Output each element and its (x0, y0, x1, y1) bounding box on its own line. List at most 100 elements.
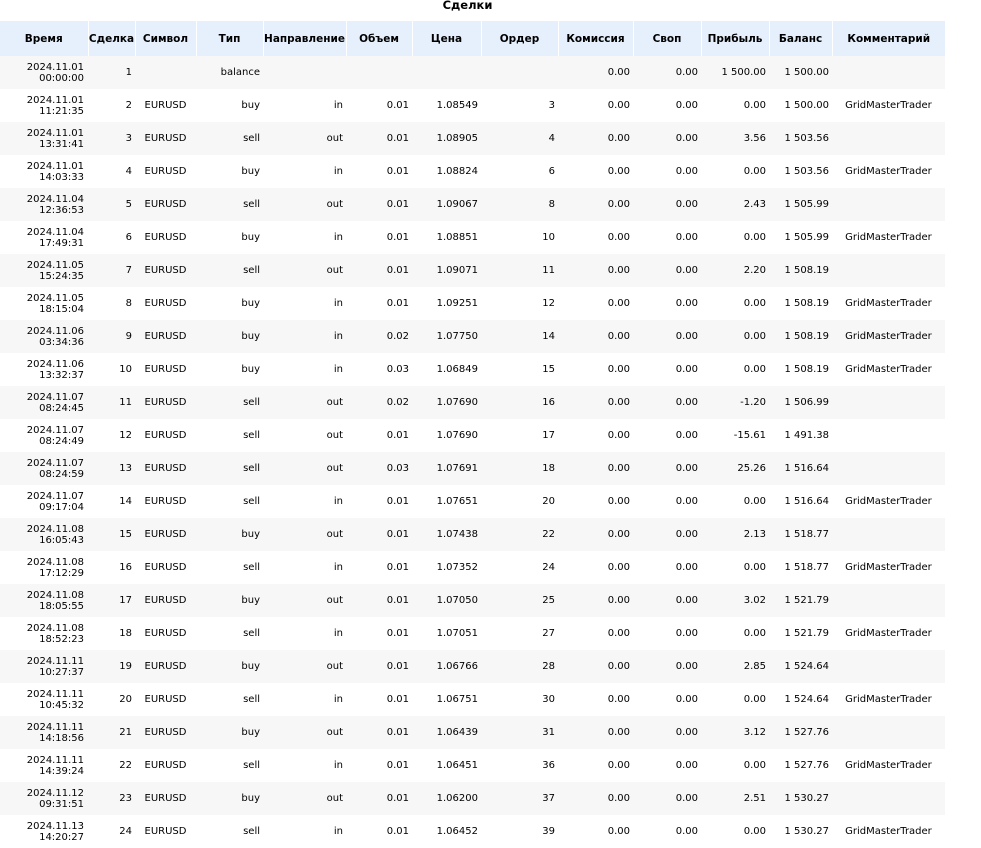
cell-commission: 0.00 (558, 221, 633, 254)
cell-time: 2024.11.01 11:21:35 (0, 89, 88, 122)
cell-swap: 0.00 (633, 188, 701, 221)
table-row[interactable]: 2024.11.06 03:34:36 9 EURUSD buy in 0.02 1.0775… (0, 320, 945, 353)
cell-price: 1.07750 (412, 320, 481, 353)
cell-order: 24 (481, 551, 558, 584)
cell-commission: 0.00 (558, 452, 633, 485)
cell-comment (832, 782, 945, 815)
cell-type: sell (196, 749, 263, 782)
cell-volume: 0.01 (346, 683, 412, 716)
cell-direction: out (263, 254, 346, 287)
cell-time-text: 17:12:29 (39, 567, 84, 579)
table-row[interactable]: 2024.11.11 10:45:32 20 EURUSD sell in 0.01 1.06… (0, 683, 945, 716)
column-header-commission[interactable]: Комиссия (558, 21, 634, 56)
cell-price: 1.07690 (412, 386, 481, 419)
table-row[interactable]: 2024.11.07 08:24:49 12 EURUSD sell out 0.01 1.0… (0, 419, 945, 452)
cell-time: 2024.11.06 13:32:37 (0, 353, 88, 386)
table-row[interactable]: 2024.11.08 17:12:29 16 EURUSD sell in 0.01 1.07… (0, 551, 945, 584)
table-row[interactable]: 2024.11.12 09:31:51 23 EURUSD buy out 0.01 1.06… (0, 782, 945, 815)
cell-swap: 0.00 (633, 386, 701, 419)
cell-deal: 9 (88, 320, 135, 353)
table-row[interactable]: 2024.11.07 08:24:45 11 EURUSD sell out 0.02 1.0… (0, 386, 945, 419)
cell-time: 2024.11.07 08:24:59 (0, 452, 88, 485)
table-row[interactable]: 2024.11.13 14:20:27 24 EURUSD sell in 0.01 1.06… (0, 815, 945, 848)
cell-commission: 0.00 (558, 320, 633, 353)
cell-direction: in (263, 287, 346, 320)
cell-commission: 0.00 (558, 782, 633, 815)
cell-date-text: 2024.11.06 (26, 325, 84, 337)
column-header-balance[interactable]: Баланс (769, 21, 833, 56)
cell-symbol: EURUSD (135, 749, 196, 782)
table-row[interactable]: 2024.11.01 00:00:00 1 balance 0.00 0.00 1 500.… (0, 56, 945, 89)
cell-balance: 1 508.19 (769, 353, 832, 386)
cell-type: buy (196, 221, 263, 254)
table-row[interactable]: 2024.11.11 14:39:24 22 EURUSD sell in 0.01 1.06… (0, 749, 945, 782)
cell-time-text: 10:45:32 (39, 699, 84, 711)
cell-time: 2024.11.11 10:27:37 (0, 650, 88, 683)
cell-time-text: 18:15:04 (39, 303, 84, 315)
table-row[interactable]: 2024.11.01 11:21:35 2 EURUSD buy in 0.01 1.0854… (0, 89, 945, 122)
cell-deal: 11 (88, 386, 135, 419)
cell-time: 2024.11.06 03:34:36 (0, 320, 88, 353)
column-header-price[interactable]: Цена (412, 21, 482, 56)
cell-volume: 0.01 (346, 650, 412, 683)
cell-deal: 2 (88, 89, 135, 122)
cell-time: 2024.11.07 09:17:04 (0, 485, 88, 518)
cell-volume: 0.01 (346, 254, 412, 287)
column-header-swap[interactable]: Своп (633, 21, 702, 56)
cell-time-text: 03:34:36 (39, 336, 84, 348)
column-header-comment[interactable]: Комментарий (832, 21, 945, 56)
cell-profit: -15.61 (701, 419, 769, 452)
table-row[interactable]: 2024.11.11 14:18:56 21 EURUSD buy out 0.01 1.06… (0, 716, 945, 749)
cell-volume: 0.02 (346, 386, 412, 419)
cell-time: 2024.11.11 10:45:32 (0, 683, 88, 716)
cell-balance: 1 505.99 (769, 221, 832, 254)
cell-deal: 15 (88, 518, 135, 551)
cell-profit: 2.51 (701, 782, 769, 815)
cell-profit: 0.00 (701, 89, 769, 122)
cell-deal: 1 (88, 56, 135, 89)
column-header-direction[interactable]: Направление (263, 21, 347, 56)
cell-direction: in (263, 551, 346, 584)
cell-comment: GridMasterTrader (832, 155, 945, 188)
cell-date-text: 2024.11.05 (26, 259, 84, 271)
cell-direction: in (263, 221, 346, 254)
cell-symbol: EURUSD (135, 782, 196, 815)
column-header-deal[interactable]: Сделка (88, 21, 136, 56)
cell-symbol: EURUSD (135, 155, 196, 188)
cell-commission: 0.00 (558, 287, 633, 320)
cell-type: buy (196, 650, 263, 683)
cell-type: buy (196, 584, 263, 617)
cell-order: 28 (481, 650, 558, 683)
column-header-time[interactable]: Время (0, 21, 89, 56)
cell-deal: 5 (88, 188, 135, 221)
table-row[interactable]: 2024.11.08 16:05:43 15 EURUSD buy out 0.01 1.07… (0, 518, 945, 551)
cell-swap: 0.00 (633, 485, 701, 518)
cell-profit: 1 500.00 (701, 56, 769, 89)
cell-comment (832, 254, 945, 287)
column-header-type[interactable]: Тип (196, 21, 264, 56)
cell-volume: 0.01 (346, 419, 412, 452)
table-row[interactable]: 2024.11.08 18:05:55 17 EURUSD buy out 0.01 1.07… (0, 584, 945, 617)
table-row[interactable]: 2024.11.07 08:24:59 13 EURUSD sell out 0.03 1.0… (0, 452, 945, 485)
table-row[interactable]: 2024.11.05 15:24:35 7 EURUSD sell out 0.01 1.09… (0, 254, 945, 287)
column-header-profit[interactable]: Прибыль (701, 21, 770, 56)
column-header-volume[interactable]: Объем (346, 21, 413, 56)
table-row[interactable]: 2024.11.07 09:17:04 14 EURUSD sell in 0.01 1.07… (0, 485, 945, 518)
cell-comment: GridMasterTrader (832, 287, 945, 320)
table-row[interactable]: 2024.11.04 12:36:53 5 EURUSD sell out 0.01 1.09… (0, 188, 945, 221)
column-header-order[interactable]: Ордер (481, 21, 559, 56)
cell-deal: 22 (88, 749, 135, 782)
table-row[interactable]: 2024.11.08 18:52:23 18 EURUSD sell in 0.01 1.07… (0, 617, 945, 650)
cell-balance: 1 503.56 (769, 122, 832, 155)
table-row[interactable]: 2024.11.01 13:31:41 3 EURUSD sell out 0.01 1.08… (0, 122, 945, 155)
table-row[interactable]: 2024.11.04 17:49:31 6 EURUSD buy in 0.01 1.0885… (0, 221, 945, 254)
table-row[interactable]: 2024.11.05 18:15:04 8 EURUSD buy in 0.01 1.0925… (0, 287, 945, 320)
table-row[interactable]: 2024.11.01 14:03:33 4 EURUSD buy in 0.01 1.0882… (0, 155, 945, 188)
table-row[interactable]: 2024.11.06 13:32:37 10 EURUSD buy in 0.03 1.068… (0, 353, 945, 386)
cell-price: 1.06439 (412, 716, 481, 749)
cell-swap: 0.00 (633, 584, 701, 617)
cell-date-text: 2024.11.08 (26, 556, 84, 568)
column-header-symbol[interactable]: Символ (135, 21, 197, 56)
cell-volume: 0.01 (346, 155, 412, 188)
table-row[interactable]: 2024.11.11 10:27:37 19 EURUSD buy out 0.01 1.06… (0, 650, 945, 683)
